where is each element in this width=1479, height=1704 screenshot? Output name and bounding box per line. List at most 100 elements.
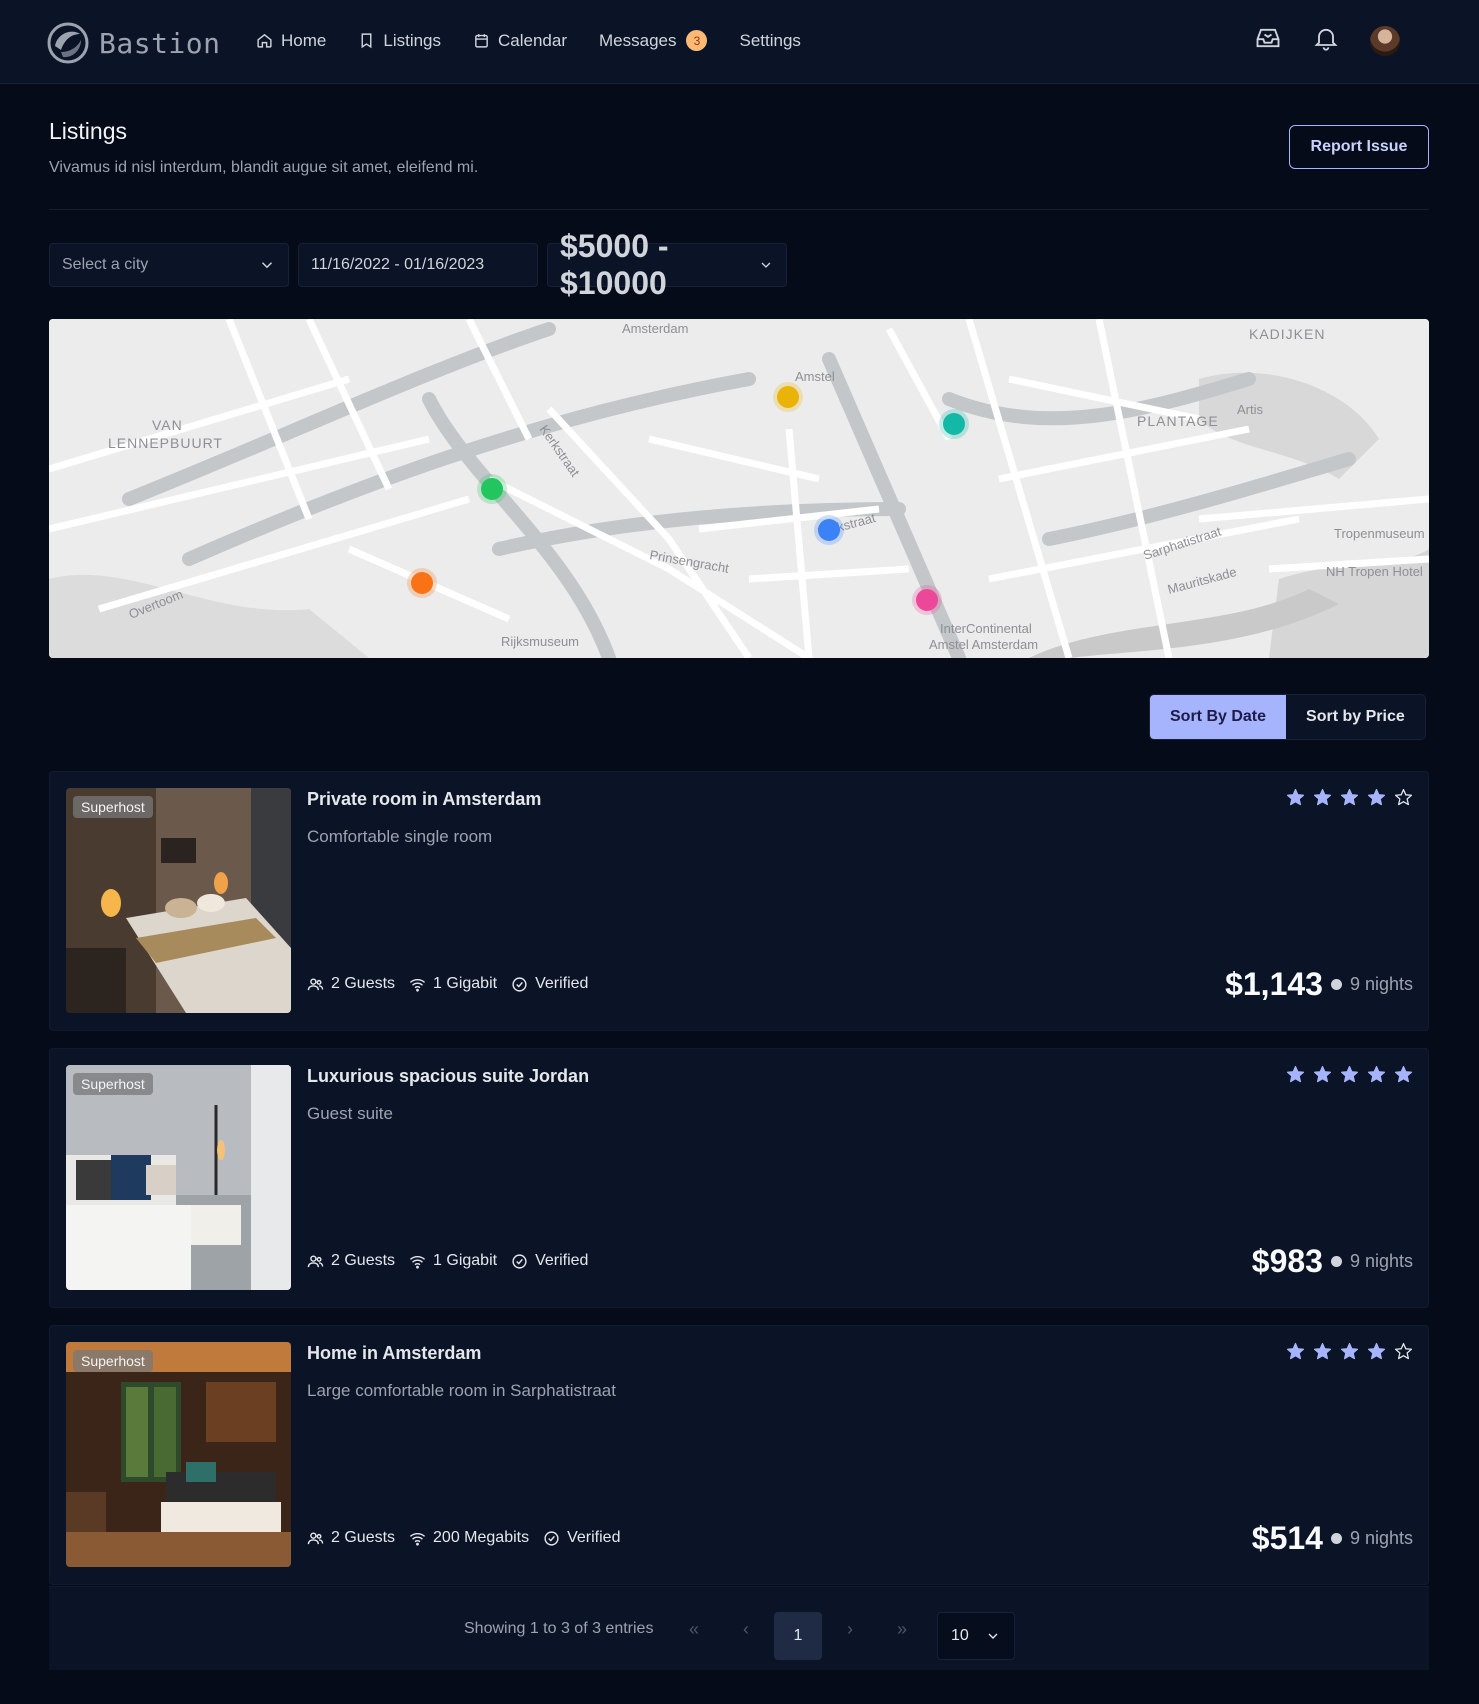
guests-text: 2 Guests <box>331 1252 396 1269</box>
nav-messages[interactable]: Messages 3 <box>599 30 708 51</box>
bedroom-photo <box>66 1065 291 1290</box>
pagination: Showing 1 to 3 of 3 entries « ‹ 1 › » 10 <box>49 1586 1429 1670</box>
internet-text: 1 Gigabit <box>433 1252 498 1269</box>
guests-text: 2 Guests <box>331 1529 396 1546</box>
map-label: Artis <box>1237 402 1264 417</box>
listing-description: Comfortable single room <box>307 827 493 846</box>
chevron-down-icon <box>988 1633 998 1639</box>
map-marker[interactable] <box>818 519 840 541</box>
nav-home-label: Home <box>281 30 327 50</box>
city-select[interactable]: Select a city <box>49 243 289 287</box>
brand-logo[interactable]: Bastion <box>47 22 221 64</box>
verified-feature: Verified <box>511 1252 588 1270</box>
star-filled-icon <box>1286 1065 1305 1083</box>
listing-title[interactable]: Luxurious spacious suite Jordan <box>307 1066 589 1087</box>
listing-card[interactable]: Superhost Private room in Amsterdam Comf… <box>49 771 1429 1031</box>
superhost-badge: Superhost <box>73 796 153 818</box>
guests-feature: 2 Guests <box>307 1529 395 1547</box>
map-label: PLANTAGE <box>1137 413 1219 429</box>
star-filled-icon <box>1286 1342 1305 1360</box>
sort-by-price-button[interactable]: Sort by Price <box>1286 695 1425 739</box>
superhost-badge: Superhost <box>73 1073 153 1095</box>
superhost-badge: Superhost <box>73 1350 153 1372</box>
map-marker[interactable] <box>943 413 965 435</box>
listing-description: Guest suite <box>307 1104 393 1123</box>
price-row: $983 9 nights <box>1252 1243 1413 1280</box>
listing-photo[interactable]: Superhost <box>66 1065 291 1290</box>
messages-count-badge: 3 <box>686 30 708 51</box>
next-page-button[interactable]: › <box>835 1614 865 1644</box>
separator-dot <box>1330 979 1342 990</box>
separator-dot <box>1330 1533 1342 1544</box>
map-marker[interactable] <box>916 589 938 611</box>
bell-icon <box>1314 28 1338 51</box>
star-filled-icon <box>1340 788 1359 806</box>
prev-page-button[interactable]: ‹ <box>731 1614 761 1644</box>
internet-feature: 200 Megabits <box>409 1529 529 1547</box>
internet-text: 200 Megabits <box>433 1529 530 1546</box>
city-select-placeholder: Select a city <box>62 256 149 273</box>
users-icon <box>307 977 324 990</box>
map-marker[interactable] <box>777 386 799 408</box>
star-filled-icon <box>1286 788 1305 806</box>
inbox-button[interactable] <box>1254 24 1282 57</box>
nav-listings[interactable]: Listings <box>358 31 441 51</box>
verified-feature: Verified <box>543 1529 620 1547</box>
nights-text: 9 nights <box>1349 974 1413 994</box>
listing-photo[interactable]: Superhost <box>66 1342 291 1567</box>
check-circle-icon <box>544 1530 559 1546</box>
date-range-value: 11/16/2022 - 01/16/2023 <box>311 256 485 273</box>
sort-toggle: Sort By Date Sort by Price <box>1149 694 1426 740</box>
bastion-logo-icon <box>47 22 89 64</box>
listing-photo[interactable]: Superhost <box>66 788 291 1013</box>
bedroom-photo <box>66 788 291 1013</box>
map-marker[interactable] <box>481 478 503 500</box>
map-label: Rijksmuseum <box>501 634 579 649</box>
listing-features: 2 Guests 200 Megabits Verified <box>307 1529 620 1547</box>
main-nav: Home Listings Calendar Messages 3 Settin… <box>256 30 801 51</box>
listing-price: $1,143 <box>1225 966 1323 1002</box>
map-label: KADIJKEN <box>1249 326 1325 342</box>
report-issue-button[interactable]: Report Issue <box>1289 125 1429 169</box>
nav-calendar[interactable]: Calendar <box>473 31 567 51</box>
user-avatar[interactable] <box>1370 25 1400 56</box>
map-label: NH Tropen Hotel <box>1326 564 1423 579</box>
bookmark-icon <box>361 33 372 49</box>
per-page-value: 10 <box>951 1627 969 1644</box>
date-range-input[interactable]: 11/16/2022 - 01/16/2023 <box>298 243 538 287</box>
listing-title[interactable]: Home in Amsterdam <box>307 1343 481 1364</box>
sort-by-date-button[interactable]: Sort By Date <box>1150 695 1287 739</box>
star-outline-icon <box>1394 1342 1413 1360</box>
check-circle-icon <box>512 1253 527 1269</box>
notifications-button[interactable] <box>1312 24 1340 57</box>
map-label: Amstel Amsterdam <box>929 637 1038 652</box>
map-label: Amstel <box>795 369 835 384</box>
nav-settings-label: Settings <box>739 30 801 50</box>
listing-card[interactable]: Superhost Luxurious spacious suite Jorda… <box>49 1048 1429 1308</box>
first-page-button[interactable]: « <box>679 1614 709 1644</box>
nav-settings[interactable]: Settings <box>739 31 800 51</box>
last-page-button[interactable]: » <box>887 1614 917 1644</box>
map-marker[interactable] <box>411 572 433 594</box>
listings-map[interactable]: Amsterdam Amstel KADIJKEN Artis PLANTAGE… <box>49 319 1429 658</box>
header-divider <box>49 209 1429 210</box>
listing-title[interactable]: Private room in Amsterdam <box>307 789 541 810</box>
price-row: $514 9 nights <box>1252 1520 1413 1557</box>
map-label: LENNEPBUURT <box>108 435 223 451</box>
listing-card[interactable]: Superhost Home in Amsterdam Large comfor… <box>49 1325 1429 1585</box>
price-range-select[interactable]: $5000 - $10000 <box>547 228 787 301</box>
guests-text: 2 Guests <box>331 975 396 992</box>
map-label: Amsterdam <box>622 321 688 336</box>
rating-stars <box>1286 1065 1413 1084</box>
verified-feature: Verified <box>511 975 588 993</box>
chevron-down-icon <box>261 262 273 269</box>
top-navbar: Bastion Home Listings Calendar Messages … <box>0 0 1479 84</box>
wifi-icon <box>409 978 426 992</box>
nav-home[interactable]: Home <box>256 31 326 51</box>
current-page-button[interactable]: 1 <box>774 1612 822 1660</box>
brand-name: Bastion <box>99 26 221 60</box>
price-range-value: $5000 - $10000 <box>560 228 669 301</box>
internet-feature: 1 Gigabit <box>409 1252 497 1270</box>
per-page-select[interactable]: 10 <box>937 1612 1015 1660</box>
listing-features: 2 Guests 1 Gigabit Verified <box>307 1252 588 1270</box>
